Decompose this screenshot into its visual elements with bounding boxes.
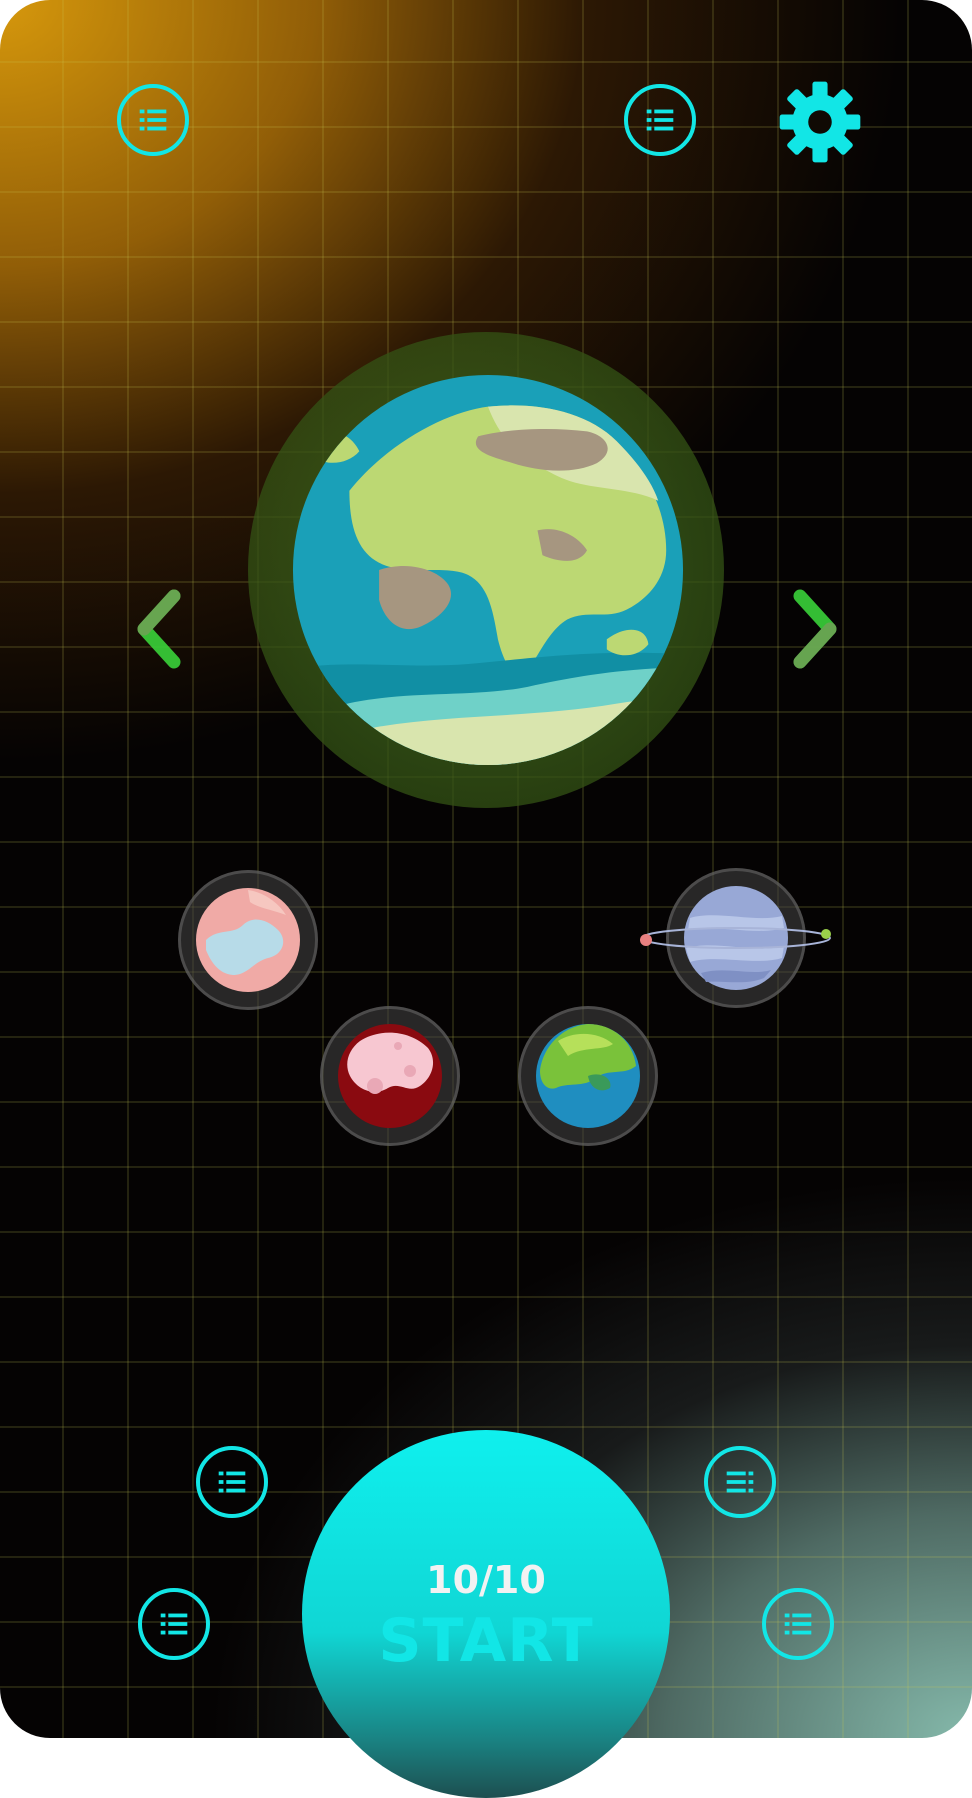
list-icon (160, 1613, 188, 1635)
earth-planet[interactable] (290, 372, 686, 768)
list-icon (784, 1613, 812, 1635)
menu-button-top-right[interactable] (624, 84, 696, 156)
menu-button-bottom-3[interactable] (138, 1588, 210, 1660)
list-icon (726, 1471, 754, 1493)
planet-ring-icon (640, 927, 831, 949)
planet-option-red-crater[interactable] (320, 1006, 460, 1146)
gear-icon[interactable] (778, 80, 862, 164)
green-blue-planet-icon (536, 1024, 640, 1128)
chevron-right-icon[interactable] (782, 584, 842, 674)
red-crater-planet-icon (338, 1024, 442, 1128)
menu-button-bottom-2[interactable] (704, 1446, 776, 1518)
chevron-left-icon[interactable] (132, 584, 192, 674)
pink-blue-planet-icon (196, 888, 300, 992)
planet-option-green-blue[interactable] (518, 1006, 658, 1146)
list-icon (218, 1471, 246, 1493)
list-icon (646, 109, 674, 131)
menu-button-bottom-4[interactable] (762, 1588, 834, 1660)
list-icon (139, 109, 167, 131)
planet-option-ringed-blue[interactable] (640, 868, 831, 1008)
start-button[interactable]: 10/10 START (302, 1430, 670, 1798)
menu-button-top-left[interactable] (117, 84, 189, 156)
start-label: START (378, 1606, 594, 1676)
level-count: 10/10 (426, 1558, 546, 1602)
planet-option-pink-blue[interactable] (178, 870, 318, 1010)
menu-button-bottom-1[interactable] (196, 1446, 268, 1518)
